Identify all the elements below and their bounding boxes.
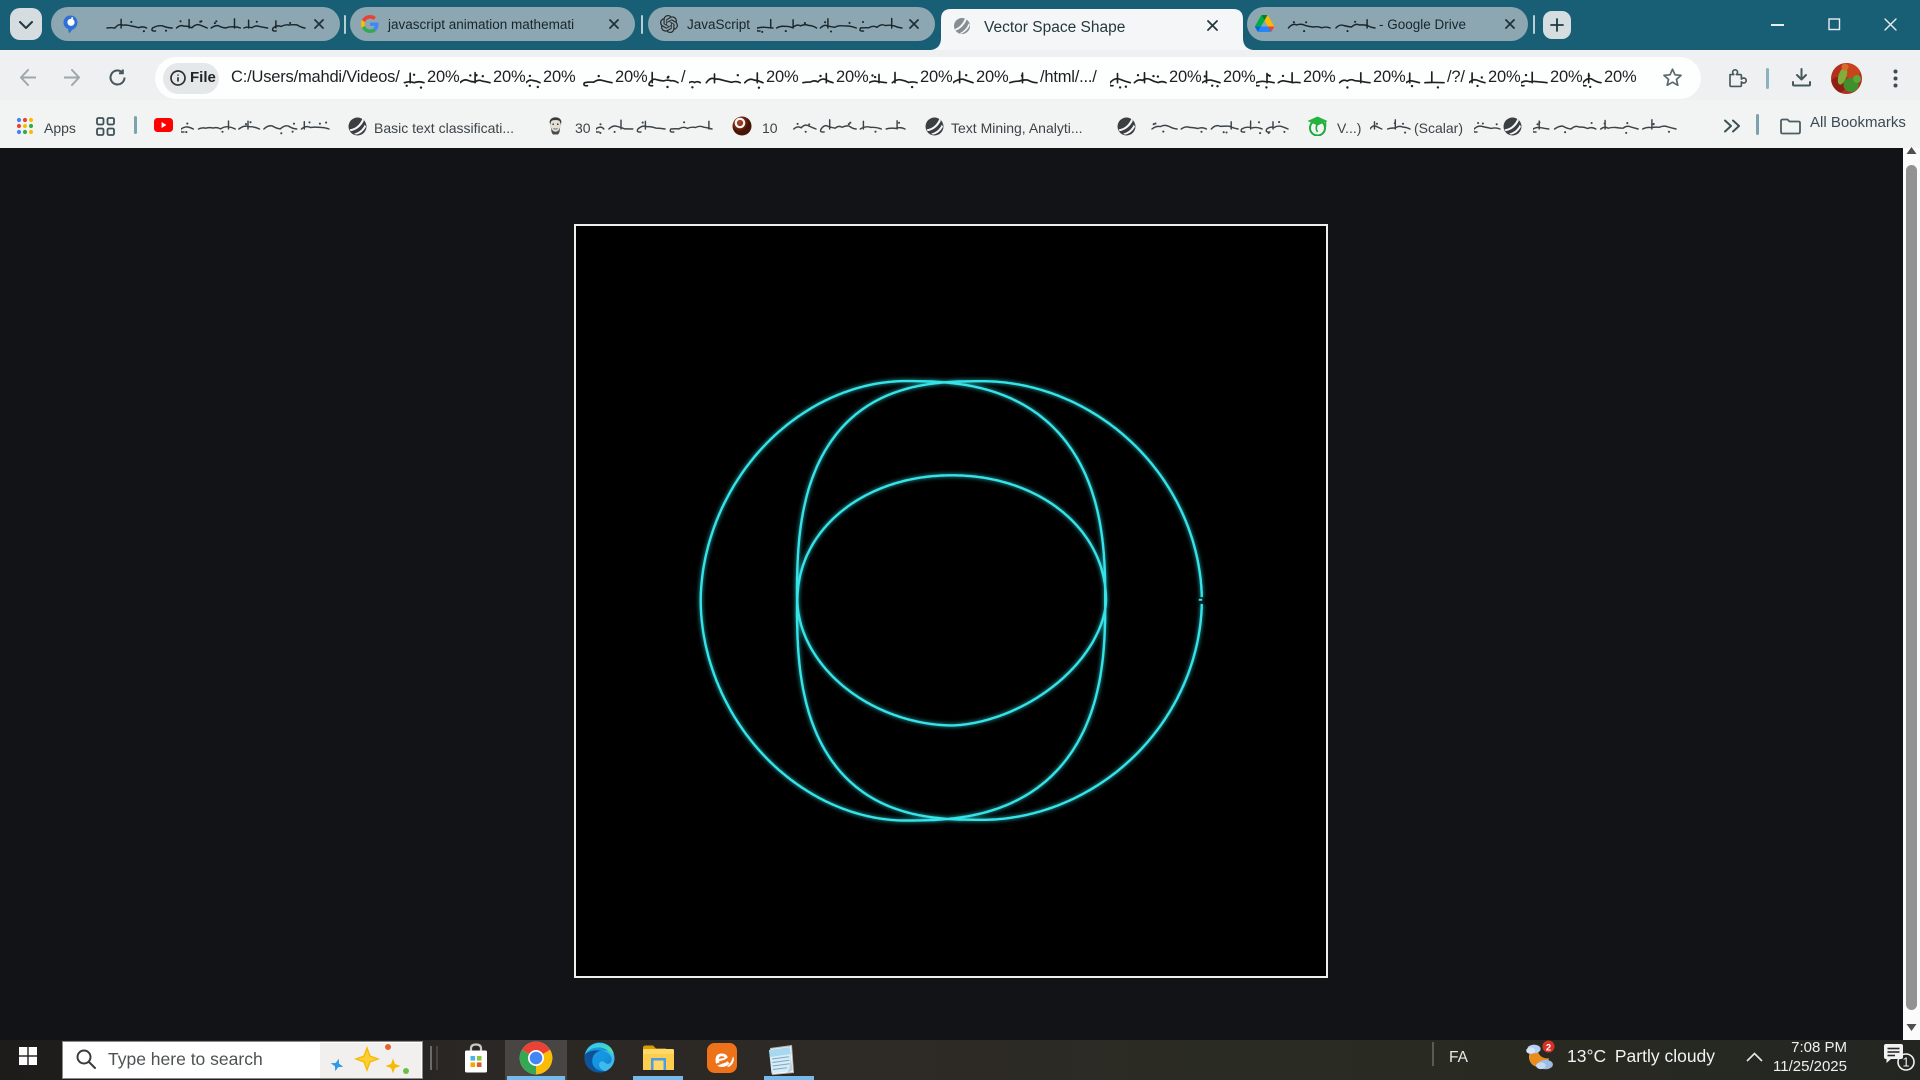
svg-text:1: 1 [1903, 1056, 1910, 1070]
svg-text:2: 2 [1546, 1043, 1551, 1054]
